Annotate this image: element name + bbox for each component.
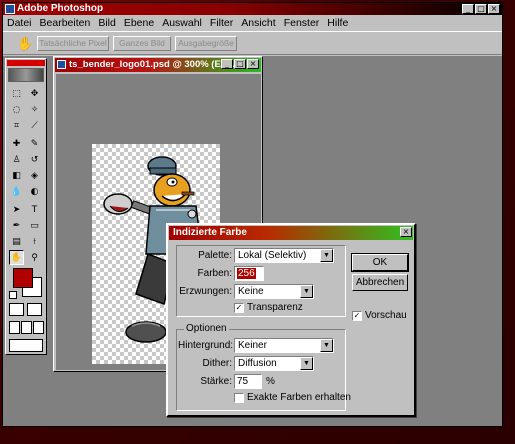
chevron-down-icon[interactable]: ▼ [300,357,313,370]
menu-ansicht[interactable]: Ansicht [241,16,275,30]
preview-checkbox[interactable]: ✓ [352,311,362,321]
window-controls: _ □ × [462,4,500,14]
dither-value: Diffusion [238,358,277,369]
colors-label: Farben: [197,268,232,279]
minimize-icon[interactable]: _ [221,59,233,69]
crop-tool-icon[interactable]: ⌗ [9,118,24,133]
photoshop-window: Adobe Photoshop _ □ × Datei Bearbeiten B… [2,2,503,427]
healing-brush-icon[interactable]: ✚ [9,136,24,151]
hand-tool-icon[interactable]: ✋ [17,36,33,52]
fit-on-screen-button[interactable]: Ganzes Bild [113,36,171,51]
close-icon[interactable]: × [488,4,500,14]
transparency-label: Transparenz [247,302,303,313]
palette-value: Lokal (Selektiv) [238,250,307,261]
maximize-icon[interactable]: □ [475,4,487,14]
slice-tool-icon[interactable]: ⟋ [27,118,42,133]
close-icon[interactable]: × [400,227,412,237]
app-title: Adobe Photoshop [17,3,104,14]
dither-select[interactable]: Diffusion ▼ [234,356,314,371]
dodge-tool-icon[interactable]: ◐ [27,184,42,199]
jump-to-imageready-icon[interactable] [9,339,43,352]
ok-button[interactable]: OK [351,253,409,272]
palette-label: Palette: [198,250,232,261]
close-icon[interactable]: × [247,59,259,69]
toolbox: ⬚ ✥ ◌ ✧ ⌗ ⟋ ✚ ✎ ♙ ↺ ◧ ◈ 💧 ◐ ➤ T ✒ ▭ ▤ ⟊ … [5,58,47,355]
lasso-tool-icon[interactable]: ◌ [9,102,24,117]
dialog-titlebar[interactable]: Indizierte Farbe [169,226,413,240]
preview-label: Vorschau [365,310,407,321]
menu-fenster[interactable]: Fenster [284,16,320,30]
hand-tool-icon[interactable]: ✋ [9,250,24,265]
menu-auswahl[interactable]: Auswahl [162,16,202,30]
dialog-title: Indizierte Farbe [173,227,247,238]
print-size-button[interactable]: Ausgabegröße [175,36,237,51]
actual-pixels-button[interactable]: Tatsächliche Pixel [37,36,109,51]
minimize-icon[interactable]: _ [462,4,474,14]
move-tool-icon[interactable]: ✥ [27,86,42,101]
foreground-color-swatch[interactable] [13,268,33,288]
amount-input[interactable]: 75 [234,374,262,389]
forced-select[interactable]: Keine ▼ [234,284,314,299]
document-icon[interactable] [57,60,66,69]
clone-stamp-icon[interactable]: ♙ [9,152,24,167]
document-controls: _ □ × [221,59,259,69]
transparency-checkbox[interactable]: ✓ [234,303,244,313]
menu-hilfe[interactable]: Hilfe [327,16,348,30]
matte-label: Hintergrund: [178,340,234,351]
indexed-color-dialog: Indizierte Farbe × Palette: Lokal (Selek… [166,223,416,417]
zoom-tool-icon[interactable]: ⚲ [27,250,42,265]
amount-label: Stärke: [200,376,232,387]
options-group-label: Optionen [184,323,229,334]
chevron-down-icon[interactable]: ▼ [320,249,333,262]
menubar: Datei Bearbeiten Bild Ebene Auswahl Filt… [3,16,502,30]
standard-mode-icon[interactable] [9,303,24,316]
cancel-button[interactable]: Abbrechen [352,274,408,291]
blur-tool-icon[interactable]: 💧 [9,184,24,199]
brush-tool-icon[interactable]: ✎ [27,136,42,151]
options-bar: ✋ Tatsächliche Pixel Ganzes Bild Ausgabe… [3,31,502,55]
history-brush-icon[interactable]: ↺ [27,152,42,167]
paint-bucket-icon[interactable]: ◈ [27,168,42,183]
forced-value: Keine [238,286,264,297]
photoshop-icon[interactable] [5,4,15,14]
dither-label: Dither: [202,358,232,369]
amount-unit: % [266,376,275,387]
document-title: ts_bender_logo01.psd @ 300% (Eb... [69,59,235,70]
matte-select[interactable]: Keiner ▼ [234,338,334,353]
chevron-down-icon[interactable]: ▼ [300,285,313,298]
screen-mode-standard-icon[interactable] [9,321,20,334]
magic-wand-icon[interactable]: ✧ [27,102,42,117]
chevron-down-icon[interactable]: ▼ [320,339,333,352]
app-titlebar[interactable]: Adobe Photoshop [3,3,502,15]
menu-bild[interactable]: Bild [98,16,116,30]
marquee-tool-icon[interactable]: ⬚ [9,86,24,101]
preserve-colors-checkbox[interactable] [234,393,244,403]
maximize-icon[interactable]: □ [234,59,246,69]
rectangle-tool-icon[interactable]: ▭ [27,218,42,233]
menu-bearbeiten[interactable]: Bearbeiten [40,16,91,30]
notes-tool-icon[interactable]: ▤ [9,234,24,249]
menu-filter[interactable]: Filter [210,16,233,30]
quick-mask-icon[interactable] [27,303,42,316]
type-tool-icon[interactable]: T [27,202,42,217]
path-selection-icon[interactable]: ➤ [9,202,24,217]
palette-select[interactable]: Lokal (Selektiv) ▼ [234,248,334,263]
toolbox-titlebar[interactable] [7,60,45,66]
preserve-colors-label: Exakte Farben erhalten [247,392,351,403]
toolbox-logo[interactable] [8,68,44,82]
pen-tool-icon[interactable]: ✒ [9,218,24,233]
matte-value: Keiner [238,340,267,351]
default-colors-icon[interactable] [9,291,17,299]
colors-input[interactable]: 256 [234,266,264,281]
screen-mode-full-menu-icon[interactable] [21,321,32,334]
screen-mode-full-icon[interactable] [33,321,44,334]
forced-label: Erzwungen: [179,286,232,297]
eraser-tool-icon[interactable]: ◧ [9,168,24,183]
colors-value: 256 [237,268,256,279]
eyedropper-icon[interactable]: ⟊ [27,234,42,249]
menu-ebene[interactable]: Ebene [124,16,154,30]
menu-datei[interactable]: Datei [7,16,32,30]
